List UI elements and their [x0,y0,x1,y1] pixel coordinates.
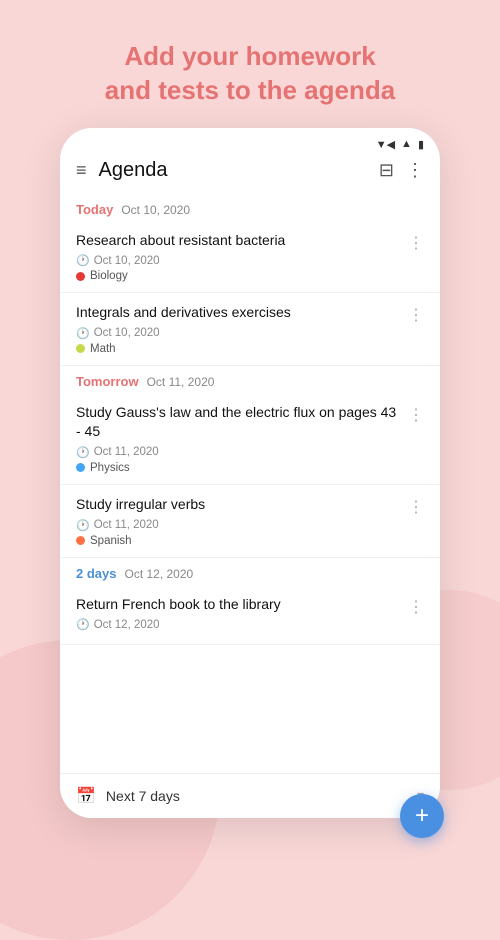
task-more-icon[interactable]: ⋮ [408,405,424,425]
task-title: Return French book to the library [76,595,400,615]
clock-icon: 🕐 [76,327,90,340]
task-date: 🕐 Oct 11, 2020 [76,519,400,532]
calendar-icon: 📅 [76,786,96,806]
app-header: ≡ Agenda ⊟ ⋮ [60,151,440,194]
app-header-right: ⊟ ⋮ [379,160,424,181]
filter-icon[interactable]: ⊟ [379,160,394,181]
task-item: Study irregular verbs 🕐 Oct 11, 2020 Spa… [60,485,440,558]
task-more-icon[interactable]: ⋮ [408,233,424,253]
task-date: 🕐 Oct 12, 2020 [76,618,400,631]
signal-icon: ▲ [401,138,412,150]
content-area: Today Oct 10, 2020 Research about resist… [60,194,440,773]
section-2days-label: 2 days [76,566,116,581]
section-today-date: Oct 10, 2020 [121,203,190,217]
clock-icon: 🕐 [76,446,90,459]
section-tomorrow-header: Tomorrow Oct 11, 2020 [60,366,440,393]
task-title: Study irregular verbs [76,495,400,515]
task-content: Integrals and derivatives exercises 🕐 Oc… [76,303,408,355]
section-tomorrow-date: Oct 11, 2020 [147,375,215,389]
task-date: 🕐 Oct 10, 2020 [76,254,400,267]
task-subject: Physics [76,462,400,474]
section-2days-date: Oct 12, 2020 [124,567,193,581]
task-item: Study Gauss's law and the electric flux … [60,393,440,485]
task-subject: Biology [76,270,400,282]
more-options-icon[interactable]: ⋮ [406,160,424,181]
subject-dot [76,536,85,545]
section-2days-header: 2 days Oct 12, 2020 [60,558,440,585]
clock-icon: 🕐 [76,618,90,631]
page-header: Add your homework and tests to the agend… [75,0,425,128]
task-title: Study Gauss's law and the electric flux … [76,403,400,442]
battery-icon: ▮ [418,138,424,151]
task-content: Study Gauss's law and the electric flux … [76,403,408,474]
add-task-fab[interactable]: + [400,794,444,838]
menu-icon[interactable]: ≡ [76,160,87,181]
section-tomorrow-label: Tomorrow [76,374,139,389]
task-more-icon[interactable]: ⋮ [408,497,424,517]
task-item: Integrals and derivatives exercises 🕐 Oc… [60,293,440,366]
task-date: 🕐 Oct 11, 2020 [76,446,400,459]
section-today-label: Today [76,202,113,217]
status-bar: ▼◀ ▲ ▮ [60,128,440,151]
task-more-icon[interactable]: ⋮ [408,305,424,325]
task-content: Research about resistant bacteria 🕐 Oct … [76,231,408,283]
header-highlight: agenda [304,75,395,105]
task-item: Return French book to the library 🕐 Oct … [60,585,440,646]
subject-dot [76,463,85,472]
task-title: Research about resistant bacteria [76,231,400,251]
task-subject: Math [76,343,400,355]
phone-frame: ▼◀ ▲ ▮ ≡ Agenda ⊟ ⋮ Today Oct 10, 2020 R… [60,128,440,818]
section-today-header: Today Oct 10, 2020 [60,194,440,221]
task-subject: Spanish [76,535,400,547]
task-date: 🕐 Oct 10, 2020 [76,327,400,340]
task-title: Integrals and derivatives exercises [76,303,400,323]
subject-dot [76,344,85,353]
header-line2-prefix: and tests to the [105,75,304,105]
task-content: Return French book to the library 🕐 Oct … [76,595,408,635]
header-line1: Add your homework [124,41,375,71]
clock-icon: 🕐 [76,519,90,532]
task-content: Study irregular verbs 🕐 Oct 11, 2020 Spa… [76,495,408,547]
app-header-left: ≡ Agenda [76,159,167,182]
wifi-icon: ▼◀ [376,138,395,151]
task-item: Research about resistant bacteria 🕐 Oct … [60,221,440,294]
bottom-bar: 📅 Next 7 days ▾ [60,773,440,818]
bottom-bar-text: Next 7 days [106,788,407,804]
task-more-icon[interactable]: ⋮ [408,597,424,617]
app-title: Agenda [99,159,168,182]
subject-dot [76,272,85,281]
clock-icon: 🕐 [76,254,90,267]
